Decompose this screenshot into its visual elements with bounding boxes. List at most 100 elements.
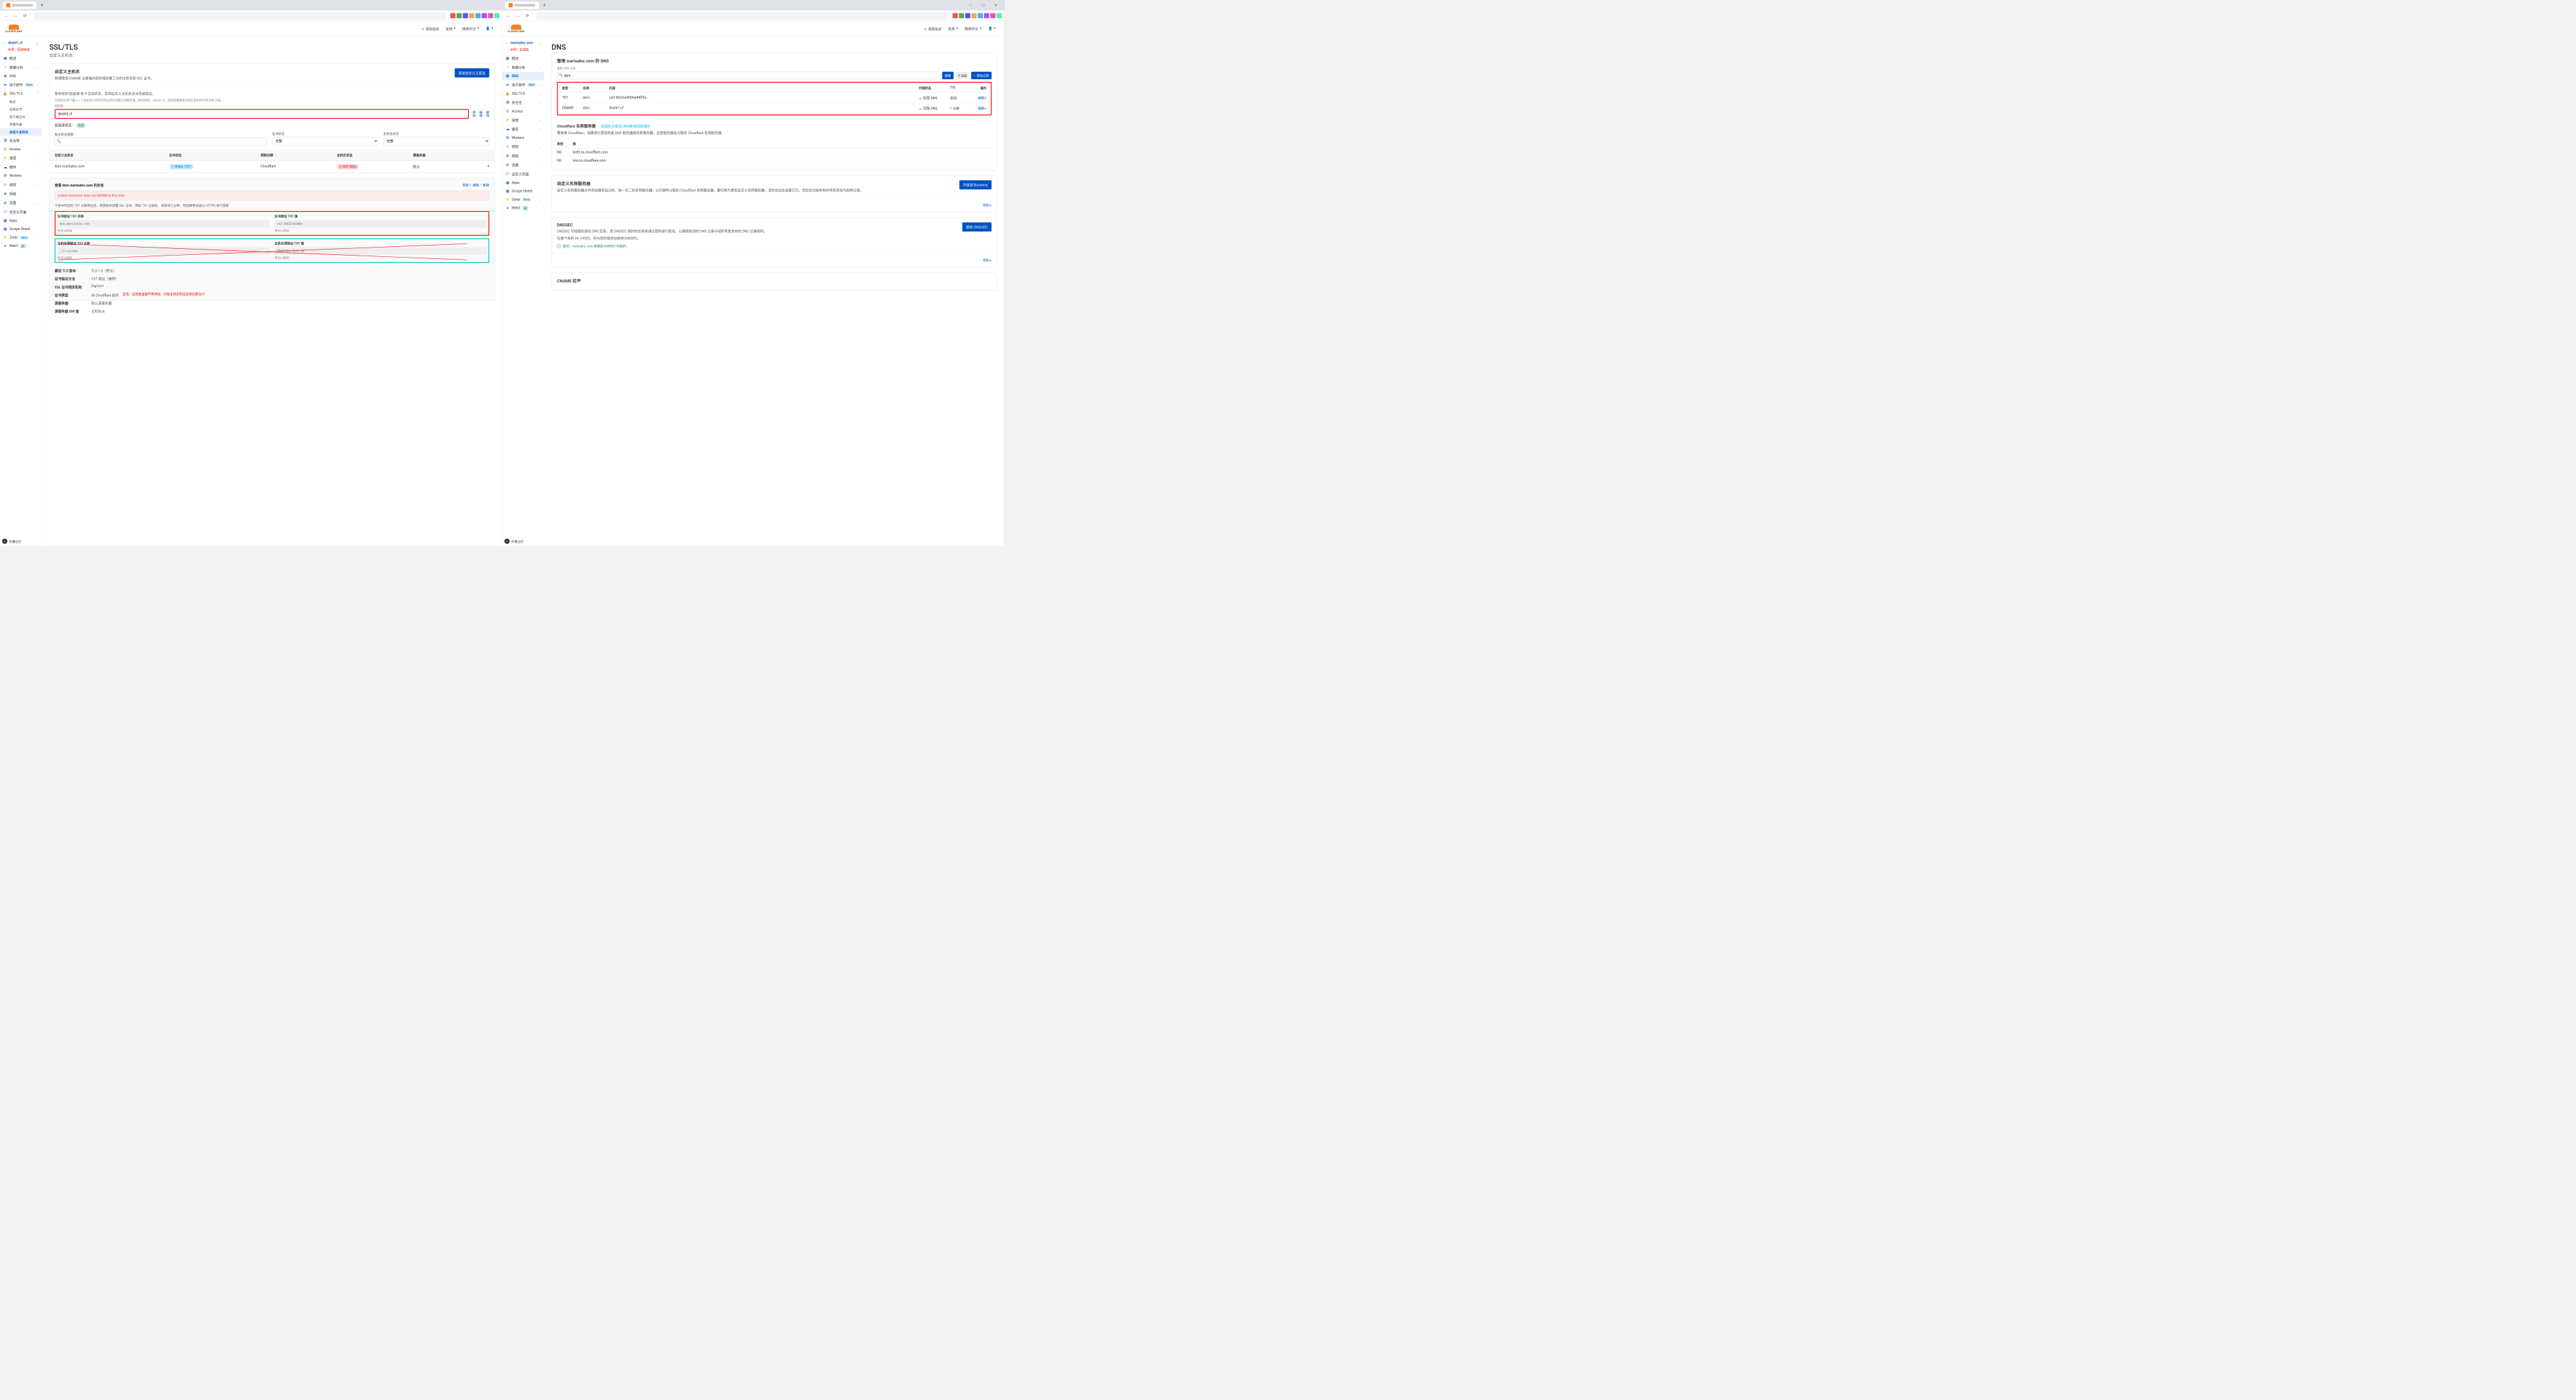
- sidebar-item-数据分析[interactable]: ◔数据分析⌄: [502, 63, 544, 72]
- host-txt-value[interactable]: 20d4f16e-1bf1-49: [274, 247, 486, 254]
- sidebar-item-概述[interactable]: ▦概述: [502, 54, 544, 63]
- edit-link[interactable]: 编辑: [479, 111, 482, 117]
- sidebar-item-Web3[interactable]: ✦Web3新: [0, 241, 42, 250]
- nav-reload-icon[interactable]: ⟳: [524, 12, 531, 19]
- cert-status-select[interactable]: 全部: [272, 137, 378, 145]
- sidebar-item-自定义页面[interactable]: 🏳自定义页面: [502, 170, 544, 179]
- sidebar-item-流量[interactable]: ⇄流量⌄: [502, 160, 544, 170]
- window-minimize-icon[interactable]: —: [965, 1, 977, 9]
- cloudflare-logo[interactable]: CLOUDFLARE: [508, 24, 525, 32]
- ext-icon[interactable]: [469, 13, 474, 18]
- sidebar-item-Apps[interactable]: ▦Apps: [502, 178, 544, 186]
- user-menu-icon[interactable]: 👤▼: [483, 27, 497, 31]
- help-link[interactable]: 帮助 ▸: [983, 258, 991, 262]
- refresh-link[interactable]: 刷新: [463, 182, 469, 187]
- new-tab-button[interactable]: +: [38, 1, 46, 9]
- sidebar-subitem-自定义主机名[interactable]: 自定义主机名: [0, 128, 42, 136]
- browser-tab[interactable]: [3, 1, 37, 9]
- dns-row[interactable]: TXTdsmca3-3b63ce4306e44f0fa...☁仅限 DNS自动编…: [559, 93, 989, 103]
- cloudflare-logo[interactable]: CLOUDFLARE: [5, 24, 22, 32]
- sidebar-item-概述[interactable]: ▦概述: [0, 54, 42, 63]
- sidebar-item-Access[interactable]: ⊙Access: [502, 107, 544, 115]
- ext-icon[interactable]: [977, 13, 983, 18]
- window-maximize-icon[interactable]: ☐: [977, 1, 989, 9]
- ext-icon[interactable]: [463, 13, 468, 18]
- new-tab-button[interactable]: +: [541, 1, 548, 9]
- back-icon[interactable]: ←: [3, 41, 7, 45]
- nav-back-icon[interactable]: ←: [505, 12, 513, 19]
- site-crumb[interactable]: ← marisalnc.com ⌄: [502, 39, 544, 47]
- support-menu[interactable]: 支持▼: [945, 26, 961, 31]
- lang-menu[interactable]: 简体中文▼: [961, 26, 985, 31]
- ext-icon[interactable]: [971, 13, 977, 18]
- host-status-select[interactable]: 全部: [383, 137, 489, 145]
- chevron-down-icon[interactable]: ▾: [488, 164, 490, 168]
- sidebar-subitem-客户端证书[interactable]: 客户端证书: [0, 113, 42, 120]
- url-input[interactable]: [535, 12, 949, 19]
- add-record-button[interactable]: + 添加记录: [971, 72, 992, 79]
- sidebar-item-安全性[interactable]: 🛡安全性⌄: [0, 136, 42, 145]
- sidebar-item-Zaraz[interactable]: ⚡ZarazBeta⌄: [0, 233, 42, 241]
- ext-icon[interactable]: [953, 13, 958, 18]
- back-icon[interactable]: ←: [505, 41, 508, 45]
- sidebar-item-DNS[interactable]: ⧉DNS: [502, 72, 544, 80]
- ext-icon[interactable]: [457, 13, 462, 18]
- edit-record-link[interactable]: 编辑 ▸: [978, 107, 987, 110]
- sidebar-item-电子邮件[interactable]: ✉电子邮件Beta⌄: [502, 80, 544, 90]
- sidebar-item-Workers[interactable]: ⚙Workers: [0, 172, 42, 180]
- delete-link[interactable]: 删除: [486, 111, 490, 117]
- ext-icon[interactable]: [959, 13, 964, 18]
- sidebar-item-Workers[interactable]: ⚙Workers: [502, 133, 544, 142]
- ext-icon[interactable]: [997, 13, 1002, 18]
- sidebar-item-Access[interactable]: ⊙Access: [0, 145, 42, 153]
- add-site-link[interactable]: ＋ 添加站点: [920, 26, 945, 31]
- sidebar-item-Apps[interactable]: ▦Apps: [0, 217, 42, 225]
- ext-icon[interactable]: [494, 13, 500, 18]
- edit-record-link[interactable]: 编辑 ▸: [978, 96, 987, 99]
- sidebar-item-规则[interactable]: ⟐规则⌄: [0, 180, 42, 189]
- table-row[interactable]: dsm.marisalnc.com ⓘ 待验证 (TXT) Cloudflare…: [50, 161, 494, 173]
- nav-forward-icon[interactable]: →: [515, 12, 522, 19]
- sidebar-item-DNS[interactable]: ⧉DNS: [0, 72, 42, 80]
- user-menu-icon[interactable]: 👤▼: [985, 27, 999, 31]
- site-crumb[interactable]: ← dnsht1.cf ⌄: [0, 39, 42, 47]
- sidebar-item-安全性[interactable]: 🛡安全性⌄: [502, 98, 544, 107]
- ext-icon[interactable]: [482, 13, 487, 18]
- sidebar-item-缓存[interactable]: ☁缓存⌄: [502, 125, 544, 134]
- sidebar-item-电子邮件[interactable]: ✉电子邮件Beta⌄: [0, 80, 42, 90]
- help-link[interactable]: 帮助 ▸: [983, 203, 991, 207]
- ext-icon[interactable]: [990, 13, 996, 18]
- search-button[interactable]: 搜索: [942, 72, 953, 79]
- edit-link[interactable]: 编辑: [473, 182, 479, 187]
- url-input[interactable]: [33, 12, 446, 19]
- sidebar-item-Scrape Shield[interactable]: ▦Scrape Shield: [502, 187, 544, 195]
- cert-txt-name[interactable]: dsm.marisalnc.com: [58, 220, 270, 227]
- sidebar-subitem-概述[interactable]: 概述: [0, 98, 42, 105]
- sidebar-item-速度[interactable]: ⚡速度⌄: [502, 115, 544, 125]
- upgrade-business-button[interactable]: 升级到 Business: [959, 180, 991, 190]
- lang-menu[interactable]: 简体中文▼: [459, 26, 482, 31]
- collapse-sidebar[interactable]: ◐折叠边栏: [2, 539, 21, 544]
- sidebar-item-数据分析[interactable]: ◔数据分析⌄: [0, 63, 42, 72]
- fallback-origin-input[interactable]: [55, 109, 469, 118]
- disable-dnssec-button[interactable]: 禁用 DNSSEC: [962, 223, 991, 232]
- sidebar-subitem-边缘证书[interactable]: 边缘证书: [0, 105, 42, 113]
- host-txt-name[interactable]: _cf-custom-: [58, 247, 270, 254]
- hostname-search-input[interactable]: [55, 138, 267, 145]
- sidebar-item-网络[interactable]: ⊕网络: [502, 151, 544, 160]
- sidebar-item-速度[interactable]: ⚡速度⌄: [0, 154, 42, 163]
- add-custom-hostname-button[interactable]: 添加自定义主机名: [455, 68, 489, 78]
- sidebar-item-规则[interactable]: ⟐规则⌄: [502, 142, 544, 152]
- sidebar-item-SSL/TLS[interactable]: 🔒SSL/TLS^: [0, 89, 42, 97]
- nav-back-icon[interactable]: ←: [3, 12, 10, 19]
- browser-tab[interactable]: [505, 1, 539, 9]
- sidebar-item-流量[interactable]: ⇄流量⌄: [0, 199, 42, 208]
- advanced-button[interactable]: ☰ 高级: [956, 72, 969, 79]
- nav-reload-icon[interactable]: ⟳: [21, 12, 29, 19]
- add-site-link[interactable]: ＋ 添加站点: [418, 26, 442, 31]
- ext-icon[interactable]: [476, 13, 481, 18]
- sidebar-item-Web3[interactable]: ✦Web3新: [502, 204, 544, 213]
- sidebar-subitem-源服务器[interactable]: 源服务器: [0, 121, 42, 128]
- window-close-icon[interactable]: ✕: [989, 1, 1002, 9]
- sidebar-item-缓存[interactable]: ☁缓存⌄: [0, 162, 42, 172]
